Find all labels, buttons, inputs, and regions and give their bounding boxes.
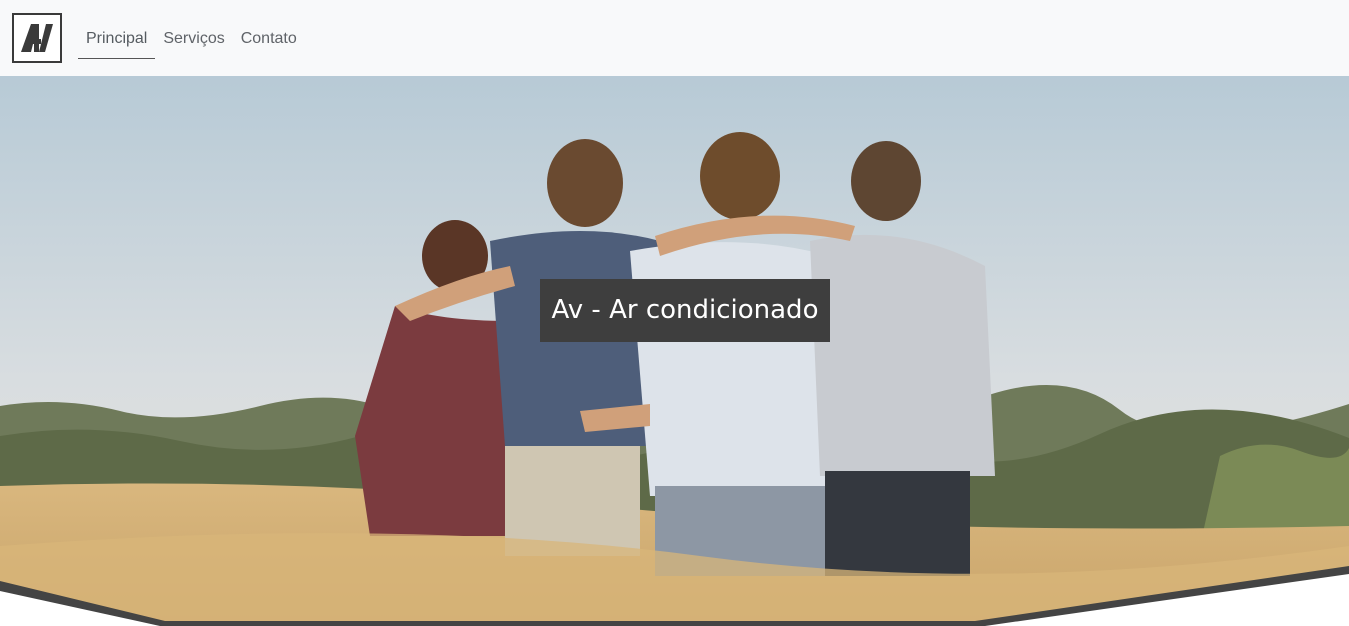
- brand-logo[interactable]: [12, 13, 62, 63]
- hero-background-image: [0, 76, 1349, 626]
- navbar: Principal Serviços Contato: [0, 0, 1349, 76]
- nav-item-servicos[interactable]: Serviços: [155, 20, 232, 58]
- hero-banner: Av - Ar condicionado: [0, 76, 1349, 626]
- nav-item-contato[interactable]: Contato: [233, 20, 305, 58]
- main-nav: Principal Serviços Contato: [78, 20, 305, 60]
- nav-item-principal[interactable]: Principal: [78, 20, 156, 59]
- hero-title: Av - Ar condicionado: [540, 279, 830, 342]
- av-logo-icon: [21, 24, 53, 52]
